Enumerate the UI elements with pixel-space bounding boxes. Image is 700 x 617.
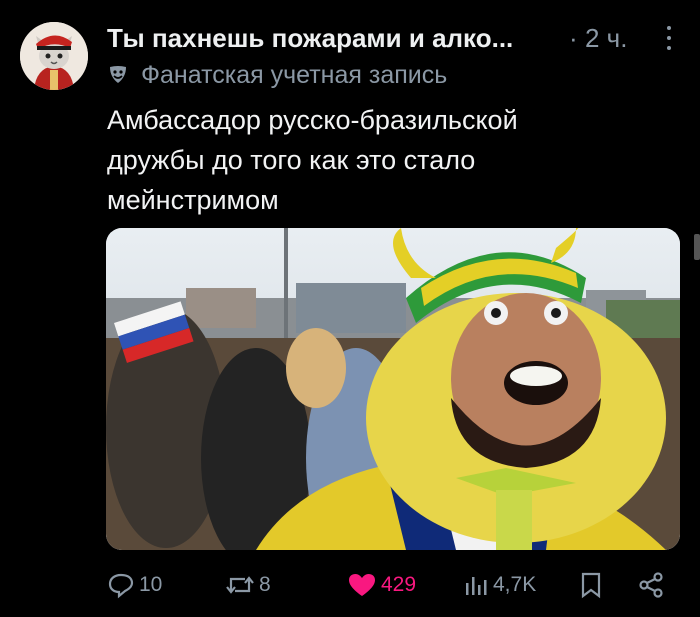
theater-mask-icon xyxy=(110,66,126,83)
views-button[interactable]: 4,7K xyxy=(463,565,536,605)
video-still xyxy=(106,228,680,550)
post-media[interactable] xyxy=(106,228,680,550)
bookmark-icon xyxy=(581,572,601,599)
views-chart-icon xyxy=(466,577,487,595)
scrollbar-thumb[interactable] xyxy=(694,234,700,260)
bookmark-button[interactable] xyxy=(579,565,603,605)
repost-icon xyxy=(226,576,254,594)
avatar[interactable] xyxy=(20,22,88,90)
reply-button[interactable]: 10 xyxy=(107,565,162,605)
timestamp[interactable]: 2 ч. xyxy=(585,22,627,54)
post-text: Амбассадор русско-бразильской дружбы до … xyxy=(107,105,518,215)
more-options-icon[interactable] xyxy=(664,26,674,50)
repost-button[interactable]: 8 xyxy=(225,565,271,605)
like-button[interactable]: 429 xyxy=(347,565,416,605)
post-header: Ты пахнешь пожарами и алко... · 2 ч. xyxy=(107,22,680,56)
like-count: 429 xyxy=(381,573,417,596)
reply-icon xyxy=(108,573,134,599)
post[interactable]: Ты пахнешь пожарами и алко... · 2 ч. Фан… xyxy=(0,0,700,617)
account-badge: Фанатская учетная запись xyxy=(107,60,447,90)
avatar-image xyxy=(20,22,88,90)
account-type-label: Фанатская учетная запись xyxy=(141,60,448,89)
share-icon xyxy=(639,572,663,598)
heart-icon xyxy=(349,574,375,596)
separator: · xyxy=(569,23,578,53)
repost-count: 8 xyxy=(259,573,271,596)
author-name[interactable]: Ты пахнешь пожарами и алко... xyxy=(107,22,567,54)
action-bar: 10 8 429 4,7K xyxy=(107,565,672,605)
views-count: 4,7K xyxy=(493,573,537,596)
reply-count: 10 xyxy=(139,573,163,596)
share-button[interactable] xyxy=(637,565,665,605)
